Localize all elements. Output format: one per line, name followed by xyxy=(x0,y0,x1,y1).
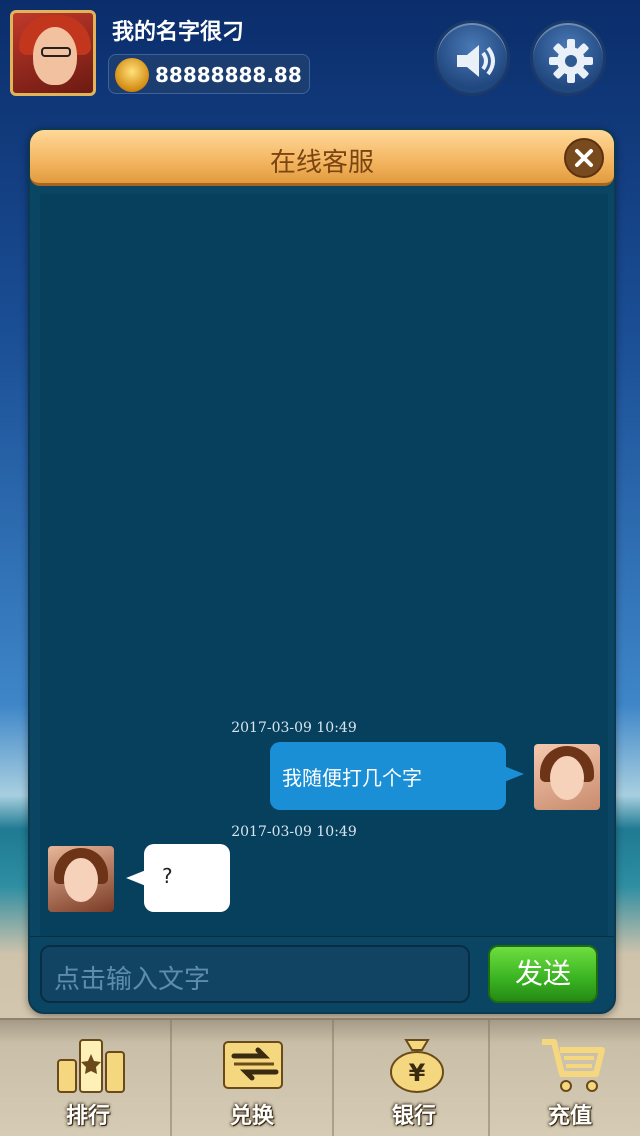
nav-item-exchange[interactable]: 兑换 xyxy=(170,1020,330,1136)
outgoing-message-bubble: 我随便打几个字 xyxy=(270,742,524,810)
balance-amount: 88888888.88 xyxy=(155,63,302,87)
message-timestamp: 2017-03-09 10:49 xyxy=(231,824,357,840)
avatar-face xyxy=(550,756,584,800)
nav-label-exchange: 兑换 xyxy=(229,1104,274,1129)
exchange-icon xyxy=(223,1041,283,1089)
nav-label-bank: 银行 xyxy=(391,1104,436,1129)
player-avatar[interactable] xyxy=(10,10,96,96)
nav-item-bank[interactable]: ¥ 银行 xyxy=(332,1020,492,1136)
gear-icon xyxy=(549,39,593,83)
nav-label-recharge: 充值 xyxy=(547,1104,592,1129)
message-input-row: 点击输入文字 发送 xyxy=(30,936,614,1012)
nav-item-ranking[interactable]: 排行 xyxy=(8,1020,168,1136)
message-input[interactable]: 点击输入文字 xyxy=(40,945,470,1003)
settings-button[interactable] xyxy=(530,20,606,96)
incoming-message-bubble: ? xyxy=(126,844,230,912)
avatar-face xyxy=(64,858,98,902)
chat-messages-area[interactable]: 2017-03-09 10:49 我随便打几个字 2017-03-09 10:4… xyxy=(40,194,608,936)
username: 我的名字很刁 xyxy=(112,20,245,45)
speaker-icon xyxy=(457,45,495,77)
avatar-glasses xyxy=(41,47,71,57)
svg-text:¥: ¥ xyxy=(409,1059,426,1087)
close-button[interactable] xyxy=(564,138,604,178)
message-timestamp: 2017-03-09 10:49 xyxy=(231,720,357,736)
bottom-nav: 排行 兑换 ¥ 银行 充值 xyxy=(0,1018,640,1136)
user-avatar xyxy=(534,744,600,810)
money-bag-icon: ¥ xyxy=(390,1039,444,1093)
panel-header: 在线客服 xyxy=(30,130,614,186)
shopping-cart-icon xyxy=(542,1039,605,1092)
agent-avatar xyxy=(48,846,114,912)
customer-service-panel: 在线客服 2017-03-09 10:49 我随便打几个字 2017-03-09… xyxy=(28,128,616,1014)
ranking-icon xyxy=(57,1039,125,1093)
balance-box: 88888888.88 xyxy=(108,54,310,94)
send-button[interactable]: 发送 xyxy=(488,945,598,1003)
sound-button[interactable] xyxy=(434,20,510,96)
nav-item-recharge[interactable]: 充值 xyxy=(488,1020,640,1136)
panel-title: 在线客服 xyxy=(269,148,374,178)
coin-stack-icon xyxy=(115,58,149,92)
nav-label-ranking: 排行 xyxy=(65,1104,110,1129)
close-icon xyxy=(575,149,593,167)
